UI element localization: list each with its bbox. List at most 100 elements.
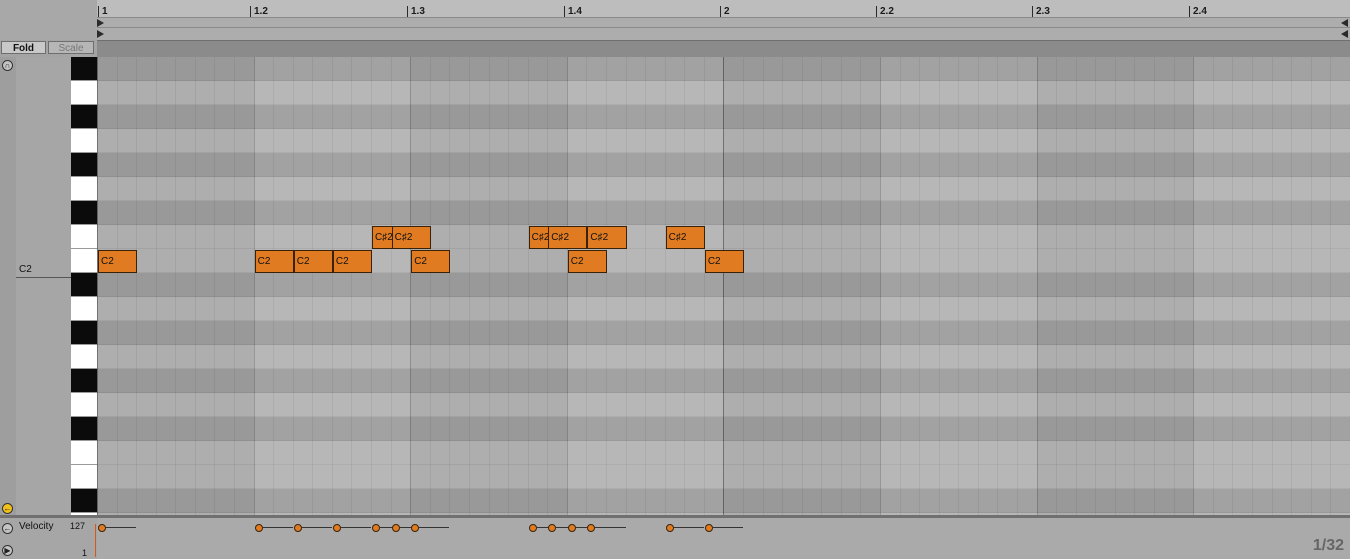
piano-key-white[interactable] [71,177,97,201]
piano-key-black[interactable] [71,489,97,513]
piano-key-white[interactable] [71,345,97,369]
velocity-stem [672,527,704,528]
ruler-label: 1.3 [411,6,425,17]
velocity-marker[interactable] [391,524,400,532]
grid-line [527,57,529,515]
piano-key-white[interactable] [71,465,97,489]
velocity-marker[interactable] [98,524,106,532]
grid-line [684,57,686,515]
velocity-max-label: 127 [70,521,86,531]
piano-key-black[interactable] [71,273,97,297]
loop-end-marker-icon[interactable] [1341,19,1348,27]
ruler-tick [1032,6,1033,17]
start-end-marker-bar[interactable] [97,27,1350,40]
midi-note[interactable]: C2 [411,250,451,273]
velocity-marker[interactable] [411,524,420,532]
velocity-min-label: 1 [82,548,88,558]
piano-key-black[interactable] [71,153,97,177]
piano-key-white[interactable] [71,249,97,273]
piano-key-white[interactable] [71,81,97,105]
midi-note[interactable]: C♯2 [587,226,627,249]
grid-line [351,57,353,515]
velocity-marker[interactable] [293,524,302,532]
velocity-stem [261,527,293,528]
velocity-marker[interactable] [332,524,341,532]
grid-line [1134,57,1136,515]
grid-line [1017,57,1019,515]
ruler-label: 1.4 [568,6,582,17]
velocity-editor[interactable] [97,515,1350,559]
midi-note[interactable]: C♯2 [548,226,588,249]
piano-key-black[interactable] [71,321,97,345]
grid-line [488,57,490,515]
velocity-marker[interactable] [665,524,674,532]
grid-line [371,57,373,515]
grid-line [997,57,999,515]
grid-line [801,57,803,515]
midi-note[interactable]: C♯2 [391,226,431,249]
piano-key-white[interactable] [71,225,97,249]
headphones-icon[interactable]: ∩ [2,60,13,71]
grid-line [664,57,666,515]
ruler-label: 2.3 [1036,6,1050,17]
velocity-stem [418,527,450,528]
ruler-tick [1189,6,1190,17]
grid-line [762,57,764,515]
fold-button[interactable]: Fold [1,41,46,54]
midi-note[interactable]: C2 [567,250,607,273]
velocity-marker[interactable] [372,524,381,532]
left-tool-column: ∩ ← [0,57,17,515]
end-marker-icon[interactable] [1341,30,1348,38]
midi-note[interactable]: C2 [332,250,373,273]
grid-line [429,57,431,515]
beat-time-ruler[interactable]: 1 1.2 1.3 1.4 2 2.2 2.3 2.4 [97,0,1350,17]
velocity-marker[interactable] [704,524,713,532]
midi-note[interactable]: C2 [98,250,138,273]
octave-divider [16,277,71,278]
velocity-marker[interactable] [587,524,596,532]
grid-line [899,57,901,515]
midi-note-grid[interactable]: C2 C2 C2 C2 C♯2 C♯2 C2 C♯2 C♯2 C2 C♯2 C♯2 C2 [97,57,1350,515]
grid-line [977,57,979,515]
grid-line [1095,57,1097,515]
grid-line [1232,57,1234,515]
pitch-name-column: C2 [16,57,71,515]
midi-note[interactable]: C♯2 [665,226,705,249]
piano-key-white[interactable] [71,297,97,321]
grid-line [1056,57,1058,515]
grid-line [547,57,549,515]
grid-line [390,57,392,515]
lane-play-icon[interactable]: ▶ [2,545,13,556]
midi-note[interactable]: C2 [254,250,294,273]
grid-line [1212,57,1214,515]
ruler-label: 2.4 [1193,6,1207,17]
piano-key-white[interactable] [71,129,97,153]
piano-key-black[interactable] [71,369,97,393]
midi-note[interactable]: C2 [293,250,333,273]
piano-key-white[interactable] [71,441,97,465]
velocity-marker[interactable] [548,524,557,532]
velocity-marker[interactable] [528,524,537,532]
scale-button[interactable]: Scale [48,41,94,54]
velocity-lane-header: ← ▶ Velocity 127 1 [0,515,97,559]
piano-key-black[interactable] [71,417,97,441]
grid-line [136,57,138,515]
velocity-marker[interactable] [567,524,576,532]
grid-line [1291,57,1293,515]
ruler-label: 1.2 [254,6,268,17]
piano-key-black[interactable] [71,201,97,225]
piano-key-white[interactable] [71,393,97,417]
midi-note[interactable]: C2 [704,250,744,273]
piano-keyboard[interactable] [71,57,97,537]
piano-key-black[interactable] [71,105,97,129]
grid-line [703,57,705,515]
fold-arrow-icon[interactable]: ← [2,503,13,514]
grid-line [155,57,157,515]
start-marker-icon[interactable] [97,30,104,38]
velocity-marker[interactable] [254,524,263,532]
piano-key-black[interactable] [71,57,97,81]
velocity-stem [339,527,372,528]
lane-collapse-icon[interactable]: ← [2,523,13,534]
loop-start-marker-icon[interactable] [97,19,104,27]
velocity-stem [300,527,332,528]
